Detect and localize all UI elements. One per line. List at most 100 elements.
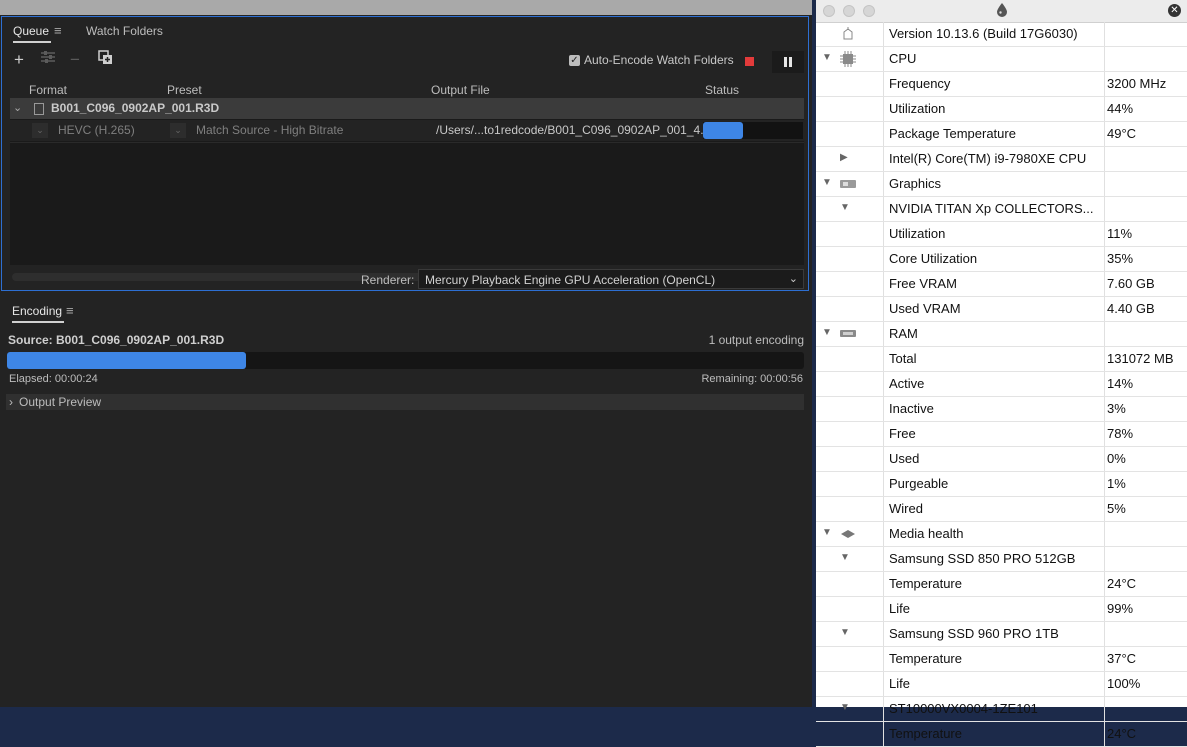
system-info-row: Active 14% [816, 372, 1187, 397]
renderer-select[interactable]: Mercury Playback Engine GPU Acceleration… [418, 269, 804, 289]
system-info-label: Used [889, 451, 920, 466]
disclosure-down-icon[interactable]: ▼ [840, 202, 850, 213]
close-icon[interactable]: ✕ [1168, 4, 1181, 17]
window-titlebar[interactable]: ✕ [816, 0, 1187, 23]
column-output-file[interactable]: Output File [431, 83, 490, 97]
queue-output-row[interactable]: ⌄ HEVC (H.265) ⌄ Match Source - High Bit… [10, 120, 804, 141]
system-info-row[interactable]: ▼ Samsung SSD 960 PRO 1TB [816, 622, 1187, 647]
add-source-icon[interactable]: + [14, 50, 24, 70]
system-info-label: Utilization [889, 101, 946, 116]
column-format[interactable]: Format [29, 83, 67, 97]
encoding-source: Source: B001_C096_0902AP_001.R3D [8, 333, 225, 347]
chevron-down-icon[interactable]: ⌄ [13, 101, 22, 114]
remove-icon[interactable]: − [70, 50, 80, 70]
column-status[interactable]: Status [705, 83, 739, 97]
system-info-row: Used VRAM 4.40 GB [816, 297, 1187, 322]
system-info-row: Frequency 3200 MHz [816, 72, 1187, 97]
window-minimize-light[interactable] [843, 5, 855, 17]
gpu-card-icon [840, 176, 856, 190]
system-info-row[interactable]: ▼ CPU [816, 47, 1187, 72]
system-info-row[interactable]: ▼ Graphics [816, 172, 1187, 197]
auto-encode-label: Auto-Encode Watch Folders [584, 53, 734, 67]
output-preview-toggle[interactable]: › Output Preview [6, 394, 804, 410]
tab-queue[interactable]: Queue [13, 24, 52, 43]
pause-button[interactable] [772, 51, 804, 73]
disclosure-down-icon[interactable]: ▼ [822, 177, 832, 188]
system-info-row[interactable]: ▼ NVIDIA TITAN Xp COLLECTORS... [816, 197, 1187, 222]
system-info-value: 49°C [1107, 126, 1137, 141]
system-info-value: 5% [1107, 501, 1126, 516]
system-info-label: Frequency [889, 76, 951, 91]
tab-watch-folders[interactable]: Watch Folders [86, 24, 163, 38]
renderer-label: Renderer: [361, 273, 415, 287]
tab-encoding[interactable]: Encoding [12, 304, 65, 323]
output-file-path[interactable]: /Users/...to1redcode/B001_C096_0902AP_00… [436, 123, 727, 137]
system-info-label: Media health [889, 526, 964, 541]
disclosure-right-icon[interactable]: ▶ [840, 152, 848, 163]
elapsed-time: Elapsed: 00:00:24 [9, 373, 98, 385]
system-info-row: Temperature 24°C [816, 722, 1187, 747]
system-info-label: NVIDIA TITAN Xp COLLECTORS... [889, 201, 1094, 216]
panel-menu-icon[interactable]: ≡ [66, 303, 74, 318]
system-info-label: Life [889, 676, 910, 691]
system-info-row[interactable]: ▼ Media health [816, 522, 1187, 547]
system-info-label: Version 10.13.6 (Build 17G6030) [889, 26, 1078, 41]
system-info-row: Version 10.13.6 (Build 17G6030) [816, 22, 1187, 47]
media-encoder-window: Queue ≡ Watch Folders + − ✓ Auto-Encode … [0, 0, 812, 707]
system-info-label: Purgeable [889, 476, 949, 491]
window-titlebar[interactable] [0, 0, 812, 15]
system-info-row: Temperature 24°C [816, 572, 1187, 597]
system-info-label: Intel(R) Core(TM) i9-7980XE CPU [889, 151, 1087, 166]
encoding-progress-fill [7, 352, 247, 369]
window-close-light[interactable] [823, 5, 835, 17]
system-info-row[interactable]: ▼ RAM [816, 322, 1187, 347]
system-info-label: Temperature [889, 651, 962, 666]
disclosure-down-icon[interactable]: ▼ [840, 552, 850, 563]
duplicate-icon[interactable] [98, 50, 113, 70]
auto-encode-checkbox[interactable]: ✓ [569, 55, 580, 66]
preset-settings-icon[interactable] [40, 50, 56, 70]
system-info-row[interactable]: ▼ Samsung SSD 850 PRO 512GB [816, 547, 1187, 572]
system-info-row: Package Temperature 49°C [816, 122, 1187, 147]
output-preview-label: Output Preview [19, 395, 102, 409]
system-info-label: Active [889, 376, 925, 391]
system-info-label: Free VRAM [889, 276, 957, 291]
cpu-chip-icon [840, 51, 856, 67]
system-info-row[interactable]: ▶ Intel(R) Core(TM) i9-7980XE CPU [816, 147, 1187, 172]
system-info-label: Temperature [889, 726, 962, 741]
queue-list: ⌄ B001_C096_0902AP_001.R3D ⌄ HEVC (H.265… [10, 98, 804, 281]
system-info-value: 3% [1107, 401, 1126, 416]
system-info-label: Wired [889, 501, 923, 516]
system-info-row: Free 78% [816, 422, 1187, 447]
preset-dropdown-icon[interactable]: ⌄ [170, 123, 186, 138]
system-info-row: Life 99% [816, 597, 1187, 622]
system-info-value: 24°C [1107, 726, 1137, 741]
disclosure-down-icon[interactable]: ▼ [840, 702, 850, 713]
system-info-row[interactable]: ▼ ST10000VX0004-1ZE101 [816, 697, 1187, 722]
system-info-row: Used 0% [816, 447, 1187, 472]
output-preset[interactable]: Match Source - High Bitrate [196, 123, 343, 137]
panel-menu-icon[interactable]: ≡ [54, 23, 62, 38]
disclosure-down-icon[interactable]: ▼ [840, 627, 850, 638]
column-preset[interactable]: Preset [167, 83, 202, 97]
system-info-row: Core Utilization 35% [816, 247, 1187, 272]
format-dropdown-icon[interactable]: ⌄ [32, 123, 48, 138]
system-info-value: 131072 MB [1107, 351, 1174, 366]
disclosure-down-icon[interactable]: ▼ [822, 527, 832, 538]
remaining-time: Remaining: 00:00:56 [701, 373, 803, 385]
ram-module-icon [840, 326, 856, 340]
window-zoom-light[interactable] [863, 5, 875, 17]
chevron-down-icon: ⌄ [788, 273, 798, 285]
disclosure-down-icon[interactable]: ▼ [822, 52, 832, 63]
system-info-value: 44% [1107, 101, 1134, 116]
film-clip-icon [34, 103, 44, 115]
stop-button[interactable] [745, 57, 754, 66]
output-format[interactable]: HEVC (H.265) [58, 123, 135, 137]
system-info-label: Utilization [889, 226, 946, 241]
system-info-label: Temperature [889, 576, 962, 591]
queue-source-row[interactable]: ⌄ B001_C096_0902AP_001.R3D [10, 98, 804, 119]
disclosure-down-icon[interactable]: ▼ [822, 327, 832, 338]
system-info-value: 78% [1107, 426, 1134, 441]
encoding-panel: Encoding ≡ Source: B001_C096_0902AP_001.… [0, 296, 812, 707]
system-info-label: Free [889, 426, 916, 441]
